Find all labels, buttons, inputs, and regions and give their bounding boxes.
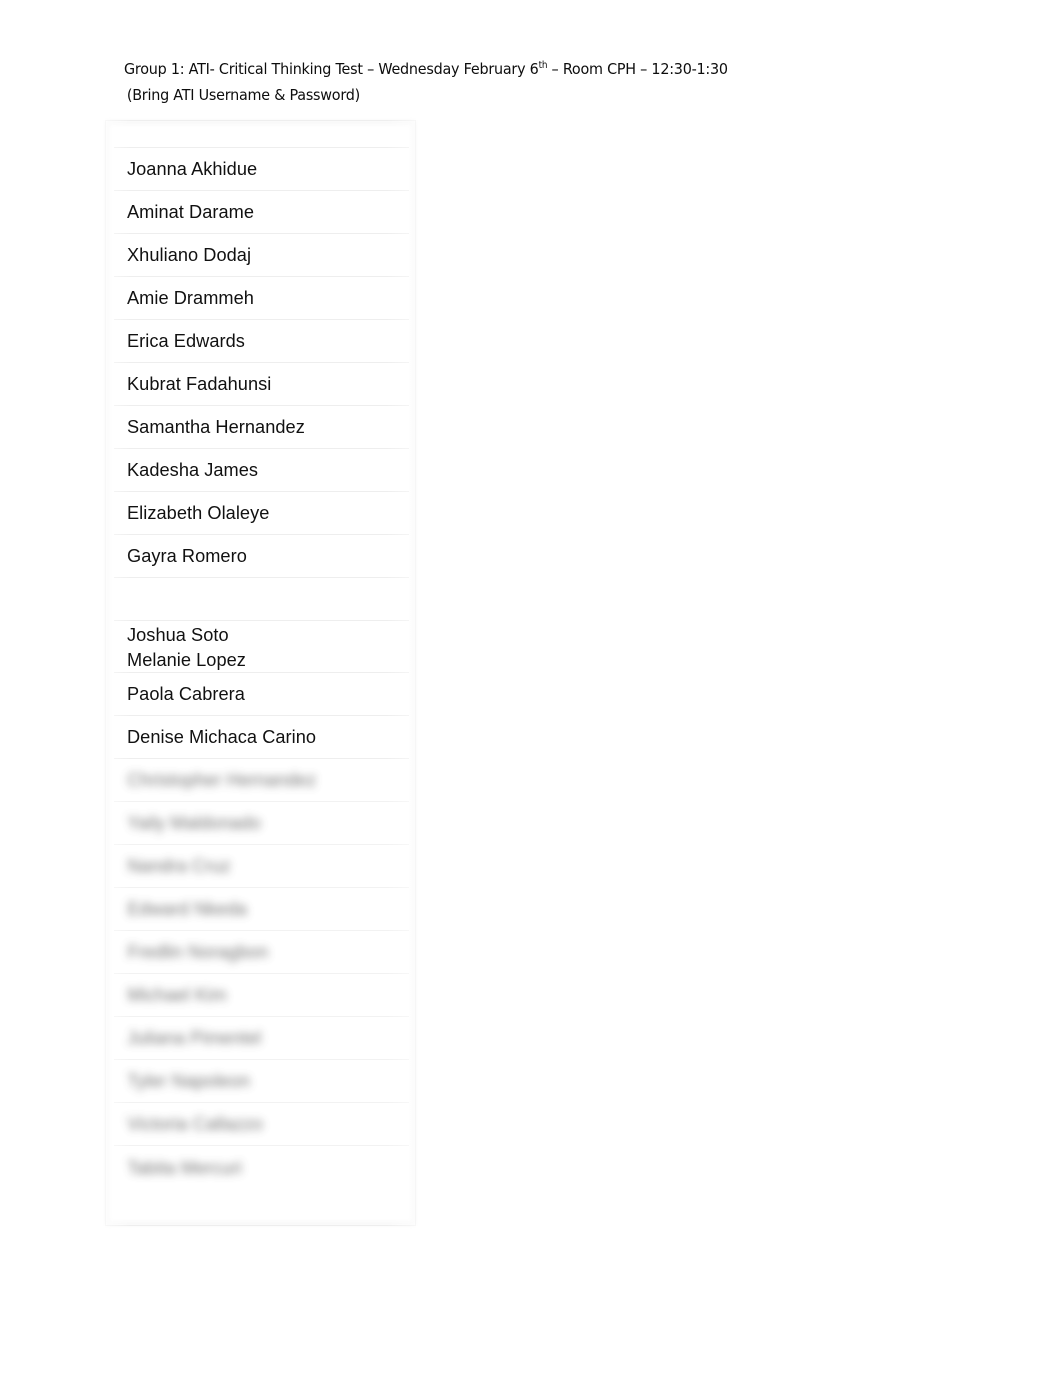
header-line-2: (Bring ATI Username & Password) <box>126 86 360 104</box>
student-name-redacted: Tabita Mercuri <box>127 1157 242 1178</box>
student-name: Xhuliano Dodaj <box>127 245 252 265</box>
student-name: Joshua Soto <box>127 625 229 645</box>
table-row[interactable]: Erica Edwards <box>114 320 409 363</box>
header-line-1-prefix: Group 1: ATI- Critical Thinking Test – W… <box>124 60 539 78</box>
table-row[interactable]: Amie Drammeh <box>114 277 409 320</box>
header-ordinal-superscript: th <box>538 59 548 71</box>
student-name-redacted: Victoria Callazzo <box>127 1114 263 1134</box>
table-row[interactable]: Samantha Hernandez <box>114 406 409 449</box>
table-row-redacted[interactable]: Michael Kim <box>114 974 409 1017</box>
student-name: Kubrat Fadahunsi <box>127 374 272 394</box>
table-row-redacted[interactable]: Victoria Callazzo <box>114 1103 409 1146</box>
roster-table: Joanna Akhidue Aminat Darame Xhuliano Do… <box>105 120 416 1226</box>
student-name: Aminat Darame <box>127 202 254 222</box>
student-name-redacted: Michael Kim <box>127 985 227 1005</box>
page-header: Group 1: ATI- Critical Thinking Test – W… <box>124 56 944 108</box>
header-line-1-suffix: – Room CPH – 12:30-1:30 <box>547 60 729 78</box>
table-row[interactable]: Denise Michaca Carino <box>114 716 409 759</box>
table-row-redacted[interactable]: Tabita Mercuri <box>114 1146 409 1189</box>
table-bottom-padding <box>114 1189 409 1209</box>
table-row-redacted[interactable]: Yaily Maldonado <box>114 802 409 845</box>
student-name: Kadesha James <box>127 460 259 480</box>
table-row-empty[interactable] <box>114 578 409 621</box>
table-header-row <box>114 126 409 148</box>
student-name-stack: Joshua Soto Melanie Lopez <box>127 623 246 673</box>
student-name-redacted: Juliana Pimentel <box>127 1028 262 1048</box>
table-row[interactable]: Kubrat Fadahunsi <box>114 363 409 406</box>
table-row[interactable]: Kadesha James <box>114 449 409 492</box>
table-row[interactable]: Aminat Darame <box>114 191 409 234</box>
header-line-1: Group 1: ATI- Critical Thinking Test – W… <box>124 56 899 82</box>
table-row-redacted[interactable]: Edward Nkeda <box>114 888 409 931</box>
student-name: Joanna Akhidue <box>127 159 258 179</box>
table-row-redacted[interactable]: Fredlin Noragbon <box>114 931 409 974</box>
student-name-redacted: Yaily Maldonado <box>127 813 261 833</box>
table-row-redacted[interactable]: Juliana Pimentel <box>114 1017 409 1060</box>
student-name-redacted: Tyler Napoleon <box>127 1071 251 1091</box>
student-name-redacted: Christopher Hernandez <box>127 770 317 790</box>
student-name: Elizabeth Olaleye <box>127 503 270 523</box>
table-row-redacted[interactable]: Nandra Cruz <box>114 845 409 888</box>
table-row[interactable]: Paola Cabrera <box>114 673 409 716</box>
table-row-redacted[interactable]: Christopher Hernandez <box>114 759 409 802</box>
table-row[interactable]: Joanna Akhidue <box>114 148 409 191</box>
table-row[interactable]: Gayra Romero <box>114 535 409 578</box>
table-row[interactable]: Joshua Soto Melanie Lopez <box>114 621 409 673</box>
table-row[interactable]: Xhuliano Dodaj <box>114 234 409 277</box>
student-name: Denise Michaca Carino <box>127 727 317 747</box>
table-row[interactable]: Elizabeth Olaleye <box>114 492 409 535</box>
student-name: Samantha Hernandez <box>127 417 305 437</box>
student-name-redacted: Nandra Cruz <box>127 856 231 876</box>
student-name: Paola Cabrera <box>127 684 245 704</box>
student-name-secondary: Melanie Lopez <box>127 650 246 670</box>
student-name-redacted: Edward Nkeda <box>127 899 247 919</box>
student-name: Gayra Romero <box>127 546 247 566</box>
student-name: Amie Drammeh <box>127 288 254 308</box>
table-row-redacted[interactable]: Tyler Napoleon <box>114 1060 409 1103</box>
roster-table-body: Joanna Akhidue Aminat Darame Xhuliano Do… <box>114 126 409 1209</box>
student-name-redacted: Fredlin Noragbon <box>127 942 269 962</box>
student-name: Erica Edwards <box>127 331 245 351</box>
